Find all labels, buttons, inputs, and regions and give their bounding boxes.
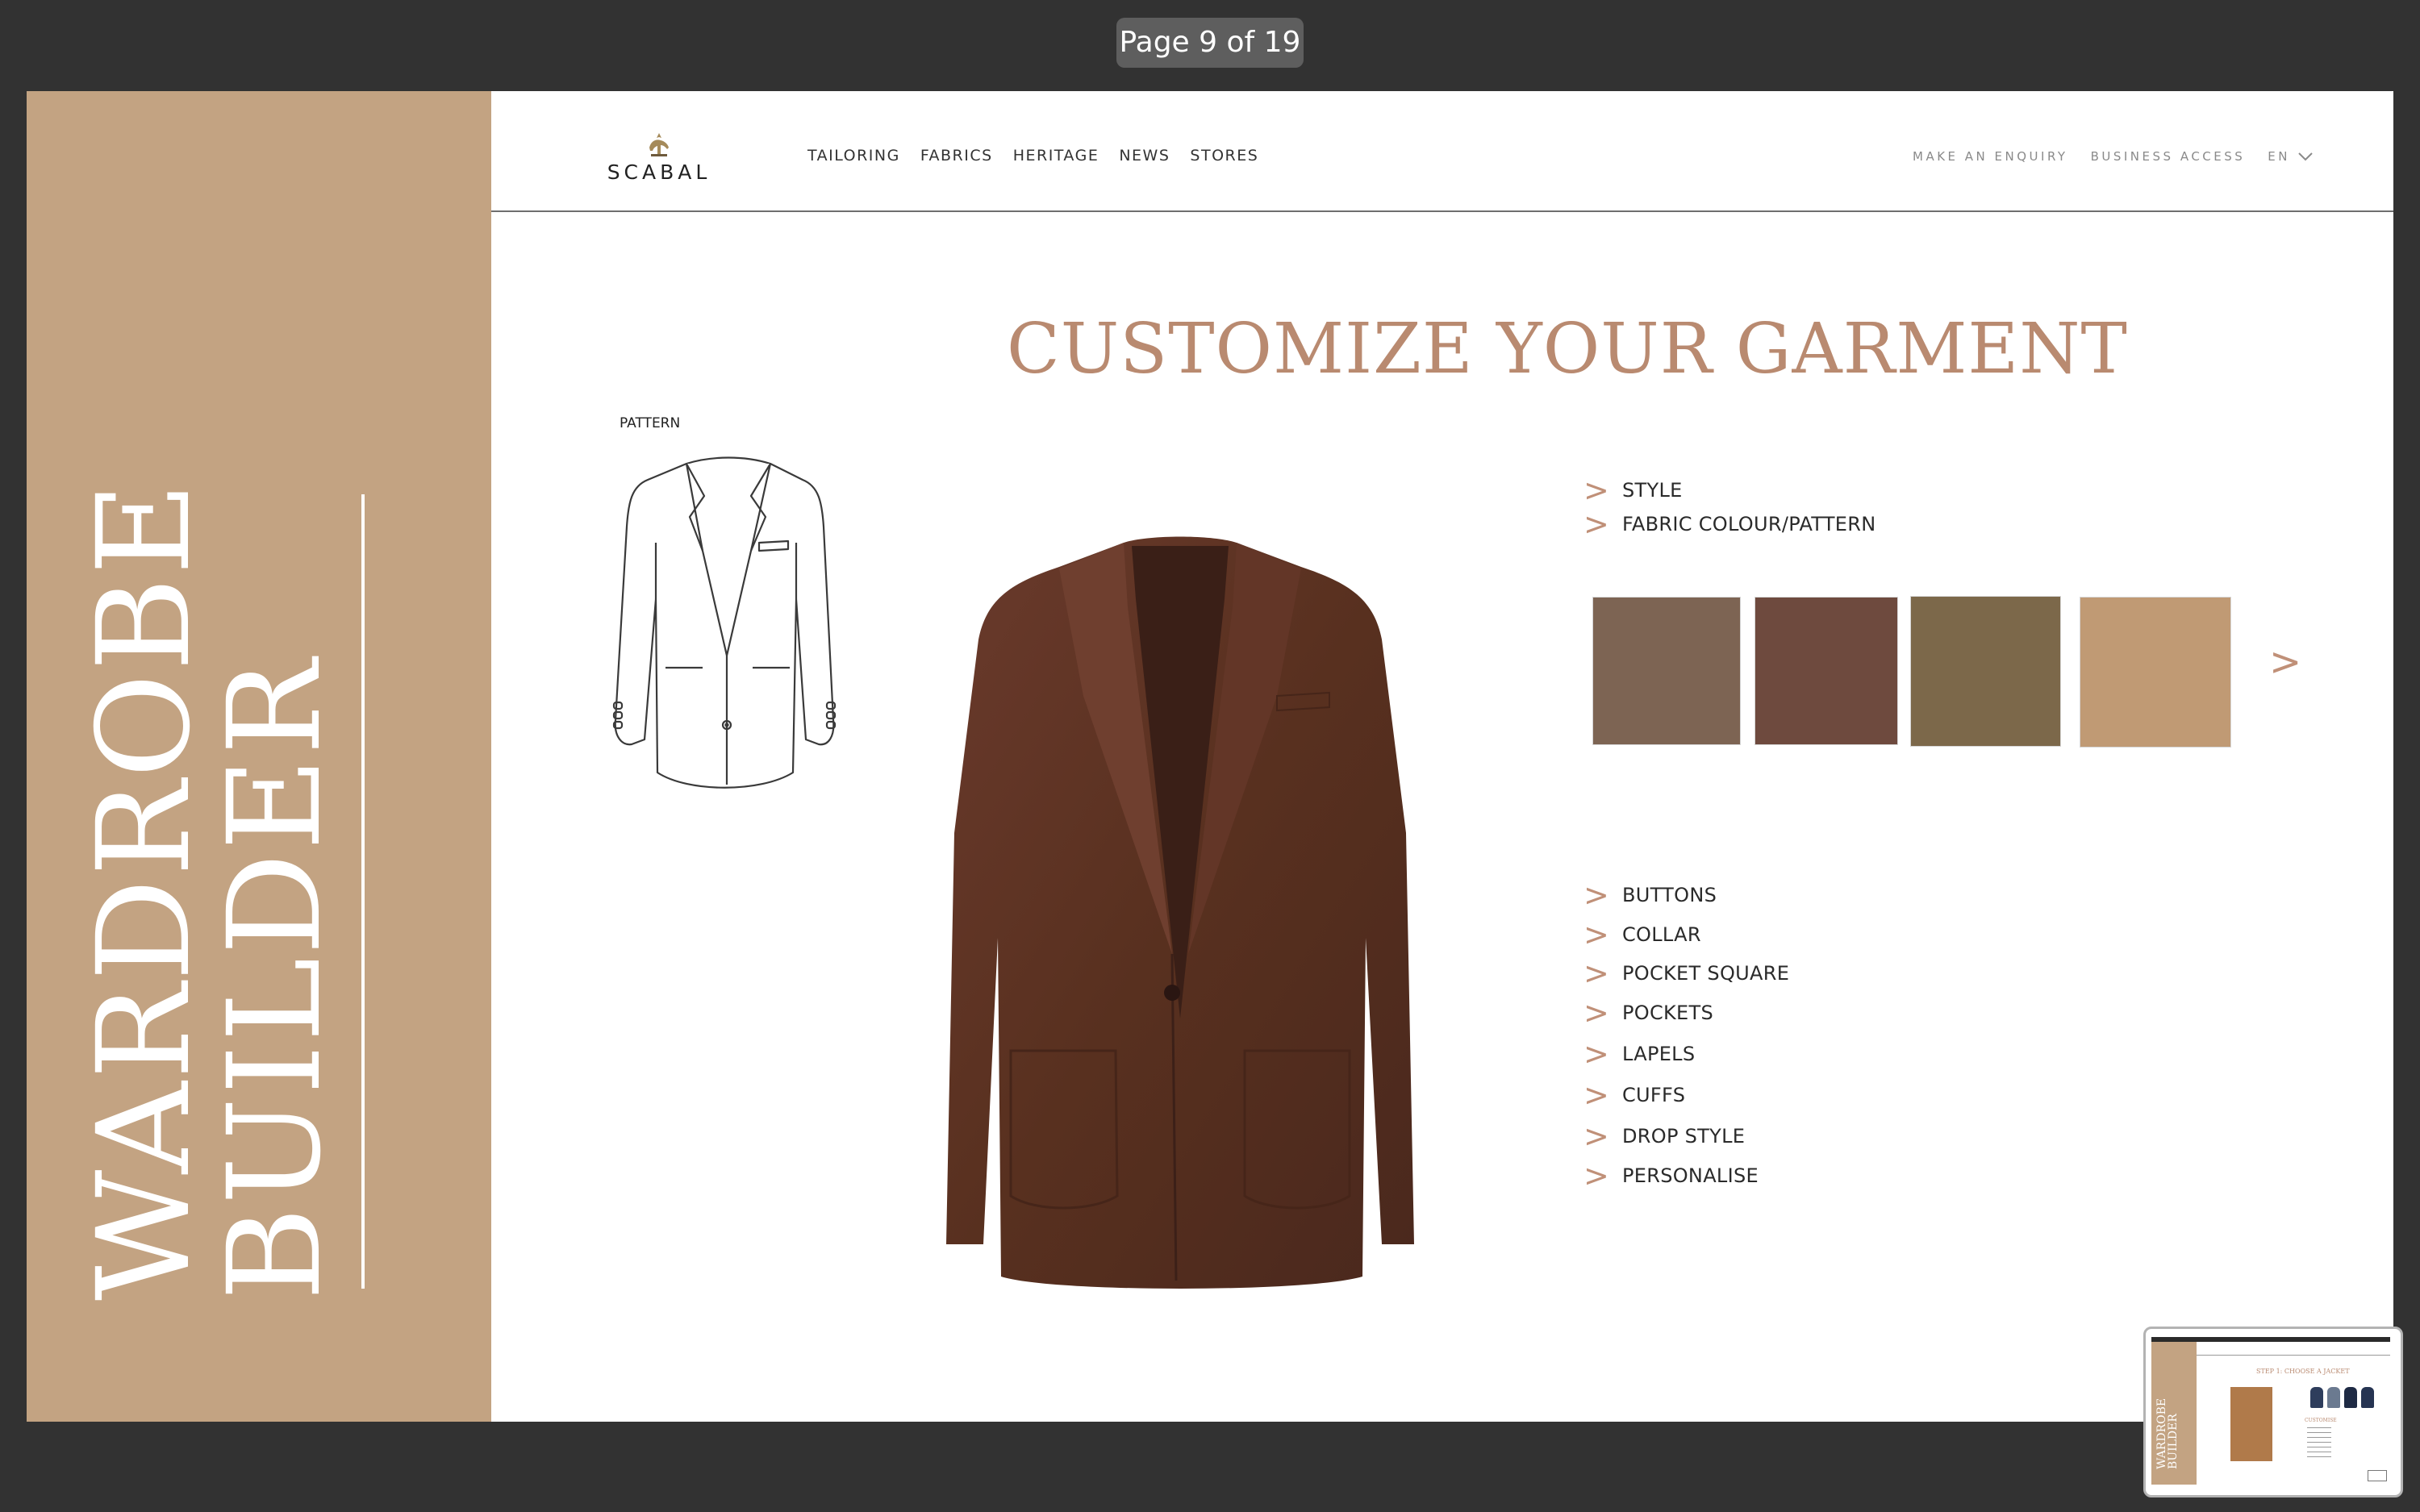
pattern-label: PATTERN: [620, 415, 681, 431]
thumbnail-side-title: WARDROBE BUILDER: [2155, 1397, 2180, 1469]
option-label: LAPELS: [1622, 1043, 1696, 1065]
option-label: FABRIC COLOUR/PATTERN: [1622, 513, 1876, 535]
logo-wordmark: SCABAL: [607, 160, 711, 184]
thumbnail-corner-box: [2368, 1470, 2387, 1481]
nav-fabrics[interactable]: FABRICS: [920, 147, 993, 165]
sidebar-panel: WARDROBE BUILDER: [27, 91, 491, 1422]
chevron-right-icon: >: [1583, 877, 1609, 913]
chevron-right-icon: >: [1583, 473, 1609, 508]
option-label: COLLAR: [1622, 923, 1701, 946]
chevron-down-icon: [2298, 152, 2313, 160]
scabal-logo[interactable]: SCABAL: [599, 131, 719, 188]
thumbnail-side-line1: WARDROBE: [2155, 1397, 2168, 1469]
option-lapels[interactable]: > LAPELS: [1583, 1036, 1696, 1072]
chevron-right-icon: >: [1583, 1036, 1609, 1072]
chevron-right-icon: >: [1583, 995, 1609, 1031]
thumbnail-header-rule: [2197, 1355, 2390, 1356]
jacket-sketch-icon: [612, 456, 837, 789]
jacket-preview-image: [946, 536, 1414, 1289]
slide-thumbnail[interactable]: WARDROBE BUILDER STEP 1: CHOOSE A JACKET…: [2143, 1327, 2403, 1497]
fabric-swatch[interactable]: [1754, 597, 1898, 745]
slide: WARDROBE BUILDER SCABAL TAILORING FABRIC…: [27, 91, 2393, 1422]
option-cuffs[interactable]: > CUFFS: [1583, 1077, 1686, 1113]
lion-crest-icon: [649, 133, 669, 156]
option-label: CUFFS: [1622, 1084, 1686, 1106]
thumbnail-title: STEP 1: CHOOSE A JACKET: [2256, 1368, 2350, 1375]
thumbnail-photo: [2230, 1387, 2272, 1461]
thumbnail-sidebar: WARDROBE BUILDER: [2151, 1342, 2197, 1485]
sidebar-title-line2: BUILDER: [201, 656, 349, 1301]
option-label: BUTTONS: [1622, 884, 1717, 906]
option-personalise[interactable]: > PERSONALISE: [1583, 1158, 1759, 1193]
nav-news[interactable]: NEWS: [1119, 147, 1170, 165]
language-selector[interactable]: EN: [2268, 149, 2313, 164]
thumbnail-jacket: [2310, 1387, 2323, 1408]
chevron-right-icon: >: [1583, 1158, 1609, 1193]
thumbnail-jacket: [2344, 1387, 2357, 1408]
thumbnail-jacket: [2327, 1387, 2340, 1408]
thumbnail-option-lines: [2307, 1427, 2331, 1428]
option-style[interactable]: > STYLE: [1583, 473, 1683, 508]
option-pockets[interactable]: > POCKETS: [1583, 995, 1714, 1031]
business-access-link[interactable]: BUSINESS ACCESS: [2091, 149, 2246, 164]
nav-stores[interactable]: STORES: [1190, 147, 1258, 165]
option-label: PERSONALISE: [1622, 1164, 1759, 1187]
option-label: POCKETS: [1622, 1002, 1714, 1024]
option-label: STYLE: [1622, 479, 1683, 502]
chevron-right-icon: >: [1583, 917, 1609, 952]
sidebar-title: WARDROBE BUILDER: [70, 479, 349, 1301]
fabric-swatch[interactable]: [2080, 597, 2231, 748]
option-fabric-colour[interactable]: > FABRIC COLOUR/PATTERN: [1583, 506, 1876, 542]
thumbnail-side-line2: BUILDER: [2167, 1414, 2180, 1469]
sidebar-divider: [361, 494, 365, 1289]
option-label: POCKET SQUARE: [1622, 962, 1790, 985]
chevron-right-icon: >: [1583, 1118, 1609, 1154]
site-header: SCABAL TAILORING FABRICS HERITAGE NEWS S…: [491, 91, 2393, 212]
chevron-right-icon: >: [1583, 1077, 1609, 1113]
sidebar-title-line1: WARDROBE: [70, 479, 219, 1301]
page-indicator: Page 9 of 19: [1116, 18, 1304, 68]
option-buttons[interactable]: > BUTTONS: [1583, 877, 1717, 913]
fabric-swatch[interactable]: [1592, 597, 1741, 745]
next-swatches-button[interactable]: >: [2269, 639, 2301, 685]
make-enquiry-link[interactable]: MAKE AN ENQUIRY: [1913, 149, 2068, 164]
thumbnail-preview: WARDROBE BUILDER STEP 1: CHOOSE A JACKET…: [2151, 1337, 2390, 1485]
option-label: DROP STYLE: [1622, 1125, 1746, 1148]
fabric-swatch[interactable]: [1910, 596, 2061, 747]
chevron-right-icon: >: [1583, 956, 1609, 991]
nav-tailoring[interactable]: TAILORING: [807, 147, 900, 165]
thumbnail-section: CUSTOMISE: [2305, 1418, 2337, 1423]
language-label: EN: [2268, 149, 2290, 164]
chevron-right-icon: >: [1583, 506, 1609, 542]
option-collar[interactable]: > COLLAR: [1583, 917, 1701, 952]
main-nav: TAILORING FABRICS HERITAGE NEWS STORES: [807, 147, 1258, 165]
thumbnail-jacket: [2361, 1387, 2374, 1408]
page-title: CUSTOMIZE YOUR GARMENT: [1007, 309, 2128, 389]
option-drop-style[interactable]: > DROP STYLE: [1583, 1118, 1746, 1154]
option-pocket-square[interactable]: > POCKET SQUARE: [1583, 956, 1790, 991]
nav-heritage[interactable]: HERITAGE: [1013, 147, 1099, 165]
utility-nav: MAKE AN ENQUIRY BUSINESS ACCESS EN: [1913, 149, 2313, 164]
